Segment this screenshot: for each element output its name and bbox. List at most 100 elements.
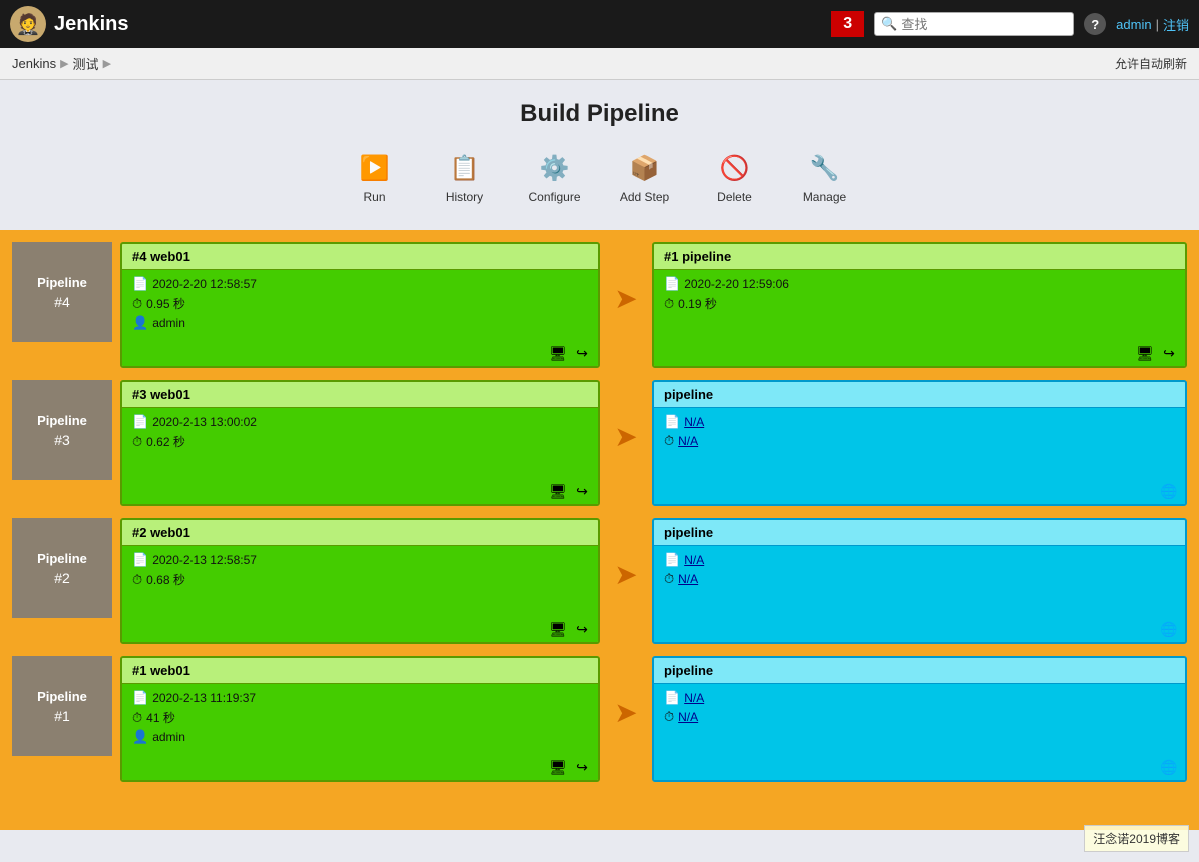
left-job-card-row3: #3 web01📄2020-2-13 13:00:02⏱0.62 秒 🖥 ↪ — [120, 380, 600, 506]
logo[interactable]: 🤵 Jenkins — [10, 6, 128, 42]
configure-button[interactable]: ⚙️ Configure — [525, 150, 585, 204]
pipeline-row-row3: Pipeline #3 #3 web01 📄 2020-2-13 13:00:02 ⏱ 0.… — [12, 380, 1187, 506]
delete-label: Delete — [717, 190, 752, 204]
job-date: 2020-2-13 11:19:37 — [152, 691, 256, 705]
watermark: 汪念诺2019博客 — [1084, 825, 1189, 852]
pipeline-label-num[interactable]: #2 — [54, 570, 70, 586]
na-date-link[interactable]: N/A — [684, 553, 704, 567]
pipeline-label-title: Pipeline — [37, 689, 87, 704]
right-date: 2020-2-20 12:59:06 — [684, 277, 789, 291]
info-icon-right[interactable]: 🌐 — [1159, 481, 1179, 501]
calendar-icon: 📄 — [664, 276, 680, 292]
replay-icon[interactable]: ↪ — [572, 481, 592, 501]
right-date-row: 📄 2020-2-20 12:59:06 — [664, 276, 1175, 292]
right-duration-row: ⏱0.19 秒 — [664, 295, 1175, 312]
console-icon[interactable]: 🖥 — [548, 343, 568, 363]
pipeline-label-num[interactable]: #1 — [54, 708, 70, 724]
console-icon-right[interactable]: 🖥 — [1135, 343, 1155, 363]
logout-link[interactable]: 注销 — [1163, 15, 1189, 34]
header-user-section: admin | 注销 — [1116, 15, 1189, 34]
user-profile-link[interactable]: admin — [1116, 17, 1151, 32]
left-card-footer: 🖥 ↪ — [122, 478, 598, 504]
calendar-icon: 📄 — [132, 690, 148, 706]
calendar-icon: 📄 — [132, 414, 148, 430]
na-duration-link[interactable]: N/A — [678, 434, 698, 448]
right-card-footer: 🌐 — [654, 616, 1185, 642]
info-icon-right[interactable]: 🌐 — [1159, 619, 1179, 639]
left-card-header[interactable]: #2 web01 — [122, 520, 598, 546]
separator: | — [1156, 17, 1159, 32]
delete-icon: 🚫 — [717, 150, 753, 186]
console-icon[interactable]: 🖥 — [548, 757, 568, 777]
notification-badge[interactable]: 3 — [831, 11, 864, 37]
na-date-link[interactable]: N/A — [684, 691, 704, 705]
history-icon: 📋 — [447, 150, 483, 186]
jenkins-logo-icon: 🤵 — [10, 6, 46, 42]
pipeline-label-row2: Pipeline#2 — [12, 518, 112, 618]
right-card-footer: 🌐 — [654, 478, 1185, 504]
job-duration: 0.62 秒 — [146, 433, 185, 450]
user-icon: 👤 — [132, 315, 148, 331]
pipeline-row-row1: Pipeline#1#1 web01📄2020-2-13 11:19:37⏱41… — [12, 656, 1187, 782]
arrow-right-icon: ➤ — [614, 558, 637, 591]
replay-icon[interactable]: ↪ — [572, 343, 592, 363]
clock-icon: ⏱ — [664, 433, 674, 449]
right-card-header[interactable]: pipeline — [654, 382, 1185, 408]
left-card-header[interactable]: #3 web01 — [122, 382, 598, 408]
manage-button[interactable]: 🔧 Manage — [795, 150, 855, 204]
toolbar: ▶️ Run 📋 History ⚙️ Configure 📦 Add Step… — [0, 144, 1199, 220]
na-duration-link[interactable]: N/A — [678, 710, 698, 724]
history-button[interactable]: 📋 History — [435, 150, 495, 204]
job-date-row: 📄2020-2-13 12:58:57 — [132, 552, 588, 568]
breadcrumb-nav: Jenkins ▶ 测试 ▶ — [12, 54, 111, 73]
job-date-row: 📄 2020-2-13 11:19:37 — [132, 690, 588, 706]
right-duration-row: ⏱N/A — [664, 571, 1175, 587]
pipeline-label-num[interactable]: #3 — [54, 432, 70, 448]
job-user-row: 👤admin — [132, 315, 588, 331]
left-card-header[interactable]: #4 web01 — [122, 244, 598, 270]
info-icon-right[interactable]: 🌐 — [1159, 757, 1179, 777]
right-duration: 0.19 秒 — [678, 295, 717, 312]
left-card-header[interactable]: #1 web01 — [122, 658, 598, 684]
manage-icon: 🔧 — [807, 150, 843, 186]
job-duration: 41 秒 — [146, 709, 175, 726]
replay-icon-right[interactable]: ↪ — [1159, 343, 1179, 363]
pipeline-row-row2: Pipeline#2 #2 web01 📄2020-2-13 12:58:57 ⏱0.… — [12, 518, 1187, 644]
right-card-header[interactable]: #1 pipeline — [654, 244, 1185, 270]
na-duration-link[interactable]: N/A — [678, 572, 698, 586]
breadcrumb-test[interactable]: 测试 — [73, 54, 99, 73]
pipeline-label-num[interactable]: #4 — [54, 294, 70, 310]
job-date: 2020-2-20 12:58:57 — [152, 277, 257, 291]
left-card-body: 📄2020-2-13 11:19:37⏱41 秒👤admin — [122, 684, 598, 754]
breadcrumb-jenkins[interactable]: Jenkins — [12, 56, 56, 71]
run-label: Run — [363, 190, 385, 204]
arrow-connector-row2: ➤ — [608, 558, 644, 591]
right-card-body: 📄N/A⏱N/A — [654, 546, 1185, 616]
right-card-footer: 🖥 ↪ — [654, 340, 1185, 366]
search-box: 🔍 — [874, 12, 1074, 36]
add-step-label: Add Step — [620, 190, 669, 204]
delete-button[interactable]: 🚫 Delete — [705, 150, 765, 204]
clock-icon: ⏱ — [664, 296, 674, 312]
replay-icon[interactable]: ↪ — [572, 619, 592, 639]
replay-icon[interactable]: ↪ — [572, 757, 592, 777]
job-duration-row: ⏱0.68 秒 — [132, 571, 588, 588]
job-date-row: 📄 2020-2-13 13:00:02 — [132, 414, 588, 430]
pipeline-area: Pipeline#4#4 web01📄2020-2-20 12:58:57⏱0.… — [0, 230, 1199, 830]
pipeline-label-row3: Pipeline #3 — [12, 380, 112, 480]
logo-text: Jenkins — [54, 13, 128, 36]
console-icon[interactable]: 🖥 — [548, 481, 568, 501]
pipeline-label-title: Pipeline — [37, 413, 87, 428]
arrow-right-icon: ➤ — [614, 420, 637, 453]
pipeline-label-row4: Pipeline#4 — [12, 242, 112, 342]
add-step-button[interactable]: 📦 Add Step — [615, 150, 675, 204]
na-date-link[interactable]: N/A — [684, 415, 704, 429]
search-input[interactable] — [901, 17, 1061, 32]
right-card-header[interactable]: pipeline — [654, 658, 1185, 684]
auto-refresh-label[interactable]: 允许自动刷新 — [1115, 55, 1187, 72]
job-date: 2020-2-13 13:00:02 — [152, 415, 257, 429]
console-icon[interactable]: 🖥 — [548, 619, 568, 639]
right-card-header[interactable]: pipeline — [654, 520, 1185, 546]
run-button[interactable]: ▶️ Run — [345, 150, 405, 204]
help-button[interactable]: ? — [1084, 13, 1106, 35]
